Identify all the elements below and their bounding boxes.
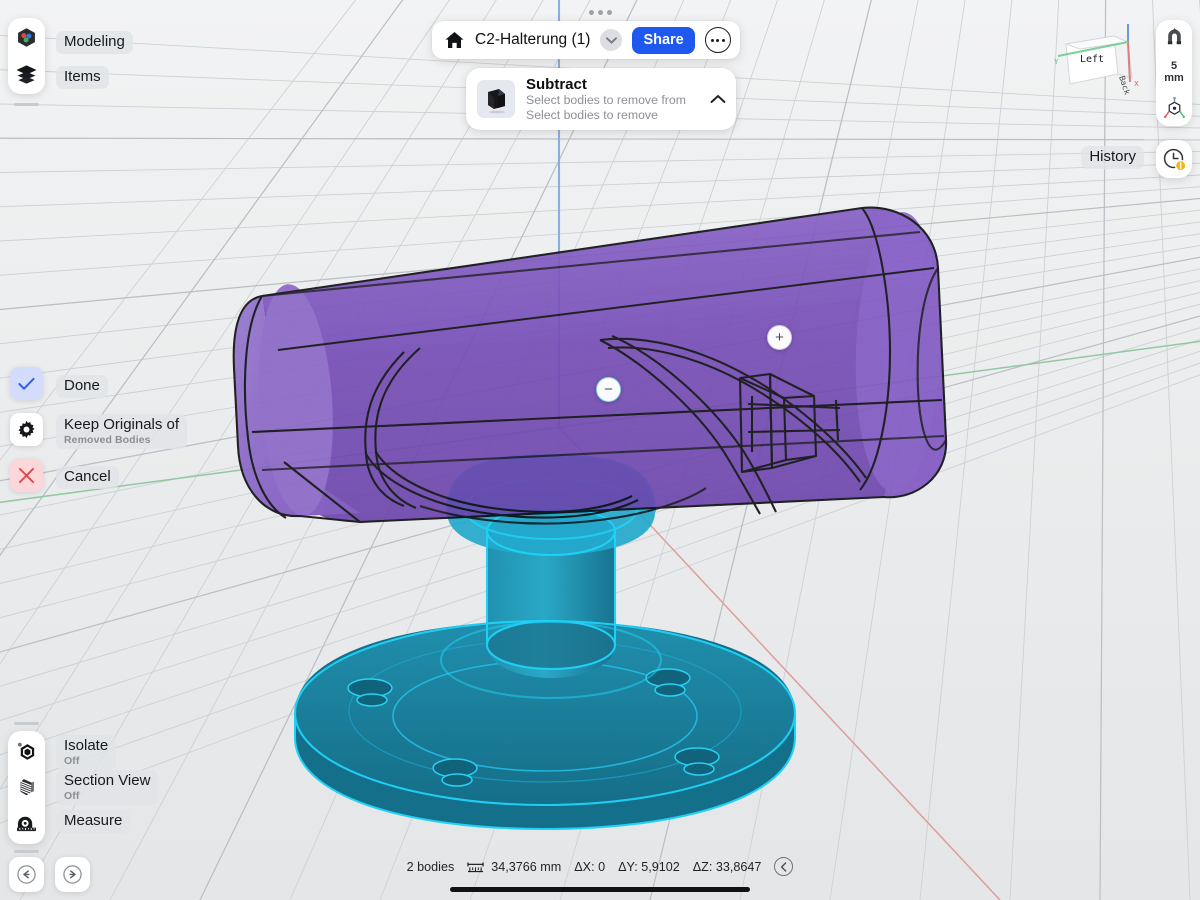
model-bodies[interactable] <box>0 0 1200 900</box>
history-button[interactable] <box>1156 140 1192 178</box>
history-label: History <box>1081 146 1144 169</box>
isolate-state: Off <box>64 755 80 767</box>
subtract-operation-card[interactable]: Subtract Select bodies to remove from Se… <box>466 68 736 130</box>
home-indicator[interactable] <box>450 887 750 892</box>
view-orientation-cube[interactable]: Left Back Z Y X <box>1052 24 1162 116</box>
sidebar-item-items[interactable] <box>10 57 43 90</box>
section-view-button[interactable] <box>10 770 43 803</box>
chevron-down-icon[interactable] <box>600 29 623 51</box>
done-button[interactable] <box>10 367 43 400</box>
sidebar-item-items-label: Items <box>56 66 109 89</box>
measured-distance: 34,3766 mm <box>491 859 562 874</box>
undo-button[interactable] <box>9 857 44 892</box>
axis-orientation-icon[interactable] <box>1163 97 1186 120</box>
history-clock-icon <box>1162 147 1187 172</box>
document-titlebar: C2-Halterung (1) Share <box>432 21 740 59</box>
more-options-icon[interactable] <box>704 27 731 53</box>
cad-app-window: + − C2-Halterung (1) Share Subtract Sele… <box>0 0 1200 900</box>
multitask-dots-icon[interactable] <box>585 6 615 18</box>
right-snap-rail: 5 mm <box>1156 20 1192 126</box>
subtract-preview-icon <box>477 80 515 118</box>
keep-originals-label: Keep Originals of Removed Bodies <box>56 414 188 449</box>
svg-text:Y: Y <box>1053 58 1059 66</box>
rail-grabber-top[interactable] <box>14 103 39 106</box>
measure-label: Measure <box>56 810 131 833</box>
section-view-title: Section View <box>64 772 151 789</box>
operation-title: Subtract <box>526 76 587 93</box>
viewcube-face-label: Left <box>1080 54 1104 65</box>
keep-originals-title: Keep Originals of <box>64 416 180 433</box>
snap-value: 5 <box>1170 59 1178 72</box>
redo-button[interactable] <box>55 857 90 892</box>
section-view-state: Off <box>64 790 80 802</box>
keep-originals-sublabel: Removed Bodies <box>64 434 151 446</box>
isolate-label: Isolate Off <box>56 735 117 770</box>
cancel-button[interactable] <box>10 459 43 492</box>
operation-step-1[interactable]: Select bodies to remove from <box>526 93 699 108</box>
measure-button[interactable] <box>10 806 43 839</box>
delta-z: ΔZ: 33,8647 <box>692 859 762 874</box>
rail-grabber-undo[interactable] <box>14 850 39 853</box>
section-view-label: Section View Off <box>56 770 159 805</box>
isolate-title: Isolate <box>64 737 109 754</box>
plus-handle[interactable]: + <box>767 325 792 350</box>
done-label: Done <box>56 375 108 398</box>
delta-x: ΔX: 0 <box>574 859 606 874</box>
magnet-snap-icon[interactable] <box>1164 26 1185 47</box>
operation-step-2[interactable]: Select bodies to remove <box>526 108 699 123</box>
left-mode-rail <box>8 18 45 94</box>
svg-text:X: X <box>1134 80 1139 88</box>
cancel-label: Cancel <box>56 466 119 489</box>
snap-increment-value[interactable]: 5 mm <box>1164 60 1184 85</box>
isolate-button[interactable] <box>10 734 43 767</box>
dimension-icon <box>467 861 484 873</box>
sidebar-item-modeling[interactable] <box>10 21 43 54</box>
snap-unit: mm <box>1164 72 1184 84</box>
rail-grabber-bottom[interactable] <box>14 722 39 725</box>
chevron-up-icon[interactable] <box>710 94 726 104</box>
left-view-tools-rail <box>8 731 45 844</box>
body-count: 2 bodies <box>406 859 455 874</box>
keep-originals-button[interactable] <box>10 413 43 446</box>
document-name[interactable]: C2-Halterung (1) <box>475 31 590 49</box>
share-button[interactable]: Share <box>632 26 695 54</box>
purple-head-body[interactable] <box>232 206 948 525</box>
home-icon[interactable] <box>444 30 465 50</box>
delta-y: ΔY: 5,9102 <box>618 859 680 874</box>
sidebar-item-modeling-label: Modeling <box>56 31 133 54</box>
minus-handle[interactable]: − <box>596 377 621 402</box>
3d-viewport[interactable]: + − <box>0 0 1200 900</box>
